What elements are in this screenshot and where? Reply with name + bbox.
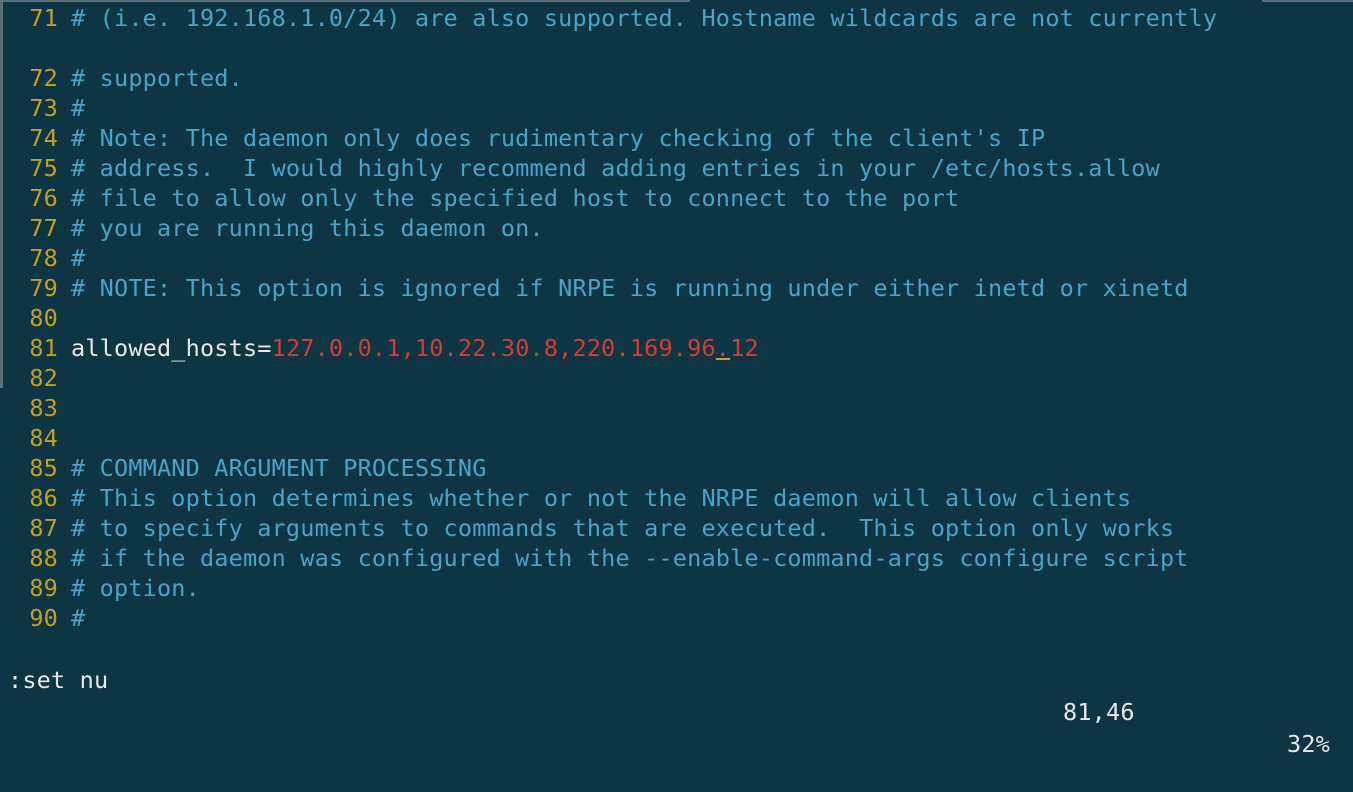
line-76[interactable]: 76 # file to allow only the specified hos… [0,183,959,213]
config-value: 127.0.0.1,10.22.30.8,220.169.96 [271,334,716,362]
comment-text: # (i.e. 192.168.1.0/24) are also support… [71,4,1218,32]
comment-text: # you are running this daemon on. [71,214,544,242]
line-72[interactable]: 72 # supported. [0,63,243,93]
line-number: 73 [29,94,58,122]
line-number: 82 [29,364,58,392]
line-82[interactable]: 82 [0,363,71,393]
line-74[interactable]: 74 # Note: The daemon only does rudimenta… [0,123,1045,153]
line-number: 88 [29,544,58,572]
command-line[interactable]: :set nu [8,664,108,696]
line-71[interactable]: 71 # (i.e. 192.168.1.0/24) are also suppo… [0,3,1217,33]
wrapped-line-continuation[interactable] [0,33,71,63]
line-number: 72 [29,64,58,92]
comment-text: # supported. [71,64,243,92]
comment-text: # Note: The daemon only does rudimentary… [71,124,1046,152]
comment-text: # [71,94,86,122]
line-number: 77 [29,214,58,242]
line-75[interactable]: 75 # address. I would highly recommend ad… [0,153,1160,183]
config-key: allowed_hosts= [71,334,272,362]
line-80[interactable]: 80 [0,303,71,333]
line-number: 85 [29,454,58,482]
comment-text: # address. I would highly recommend addi… [71,154,1160,182]
comment-text: # COMMAND ARGUMENT PROCESSING [71,454,487,482]
vim-status-line[interactable]: :set nu 81,46 32% [0,632,1353,758]
line-85[interactable]: 85 # COMMAND ARGUMENT PROCESSING [0,453,487,483]
line-83[interactable]: 83 [0,393,71,423]
line-number: 86 [29,484,58,512]
line-number: 81 [29,334,58,362]
line-number: 71 [29,4,58,32]
line-number: 78 [29,244,58,272]
cursor-position: 81,46 [1063,698,1135,726]
line-number: 74 [29,124,58,152]
line-73[interactable]: 73 # [0,93,85,123]
line-number: 89 [29,574,58,602]
line-81[interactable]: 81 allowed_hosts=127.0.0.1,10.22.30.8,220… [0,333,759,363]
comment-text: # if the daemon was configured with the … [71,544,1189,572]
line-number: 76 [29,184,58,212]
line-86[interactable]: 86 # This option determines whether or no… [0,483,1131,513]
config-value-tail: 12 [730,334,759,362]
line-number: 79 [29,274,58,302]
comment-text: # [71,604,86,632]
scroll-percent: 32% [1287,730,1330,758]
line-88[interactable]: 88 # if the daemon was configured with th… [0,543,1189,573]
line-number: 90 [29,604,58,632]
line-87[interactable]: 87 # to specify arguments to commands tha… [0,513,1174,543]
line-77[interactable]: 77 # you are running this daemon on. [0,213,544,243]
line-number: 87 [29,514,58,542]
comment-text: # [71,244,86,272]
line-84[interactable]: 84 [0,423,71,453]
comment-text: # to specify arguments to commands that … [71,514,1175,542]
line-number: 84 [29,424,58,452]
line-89[interactable]: 89 # option. [0,573,200,603]
line-90[interactable]: 90 # [0,603,85,633]
comment-text: # NOTE: This option is ignored if NRPE i… [71,274,1189,302]
text-cursor: . [715,334,731,362]
comment-text: # file to allow only the specified host … [71,184,960,212]
line-78[interactable]: 78 # [0,243,85,273]
vim-editor[interactable]: 71 # (i.e. 192.168.1.0/24) are also suppo… [0,0,1353,632]
line-number: 83 [29,394,58,422]
line-79[interactable]: 79 # NOTE: This option is ignored if NRPE… [0,273,1189,303]
line-number: 75 [29,154,58,182]
comment-text: # option. [71,574,200,602]
comment-text: # This option determines whether or not … [71,484,1132,512]
line-number: 80 [29,304,58,332]
terminal-window: 71 # (i.e. 192.168.1.0/24) are also suppo… [0,0,1353,758]
